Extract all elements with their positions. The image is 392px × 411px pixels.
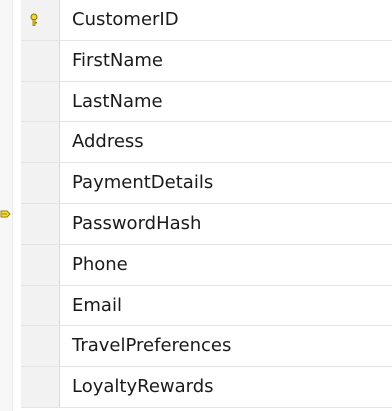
column-row-email[interactable]: Email	[21, 285, 392, 327]
column-row-paymentdetails[interactable]: PaymentDetails	[21, 163, 392, 204]
column-name: PaymentDetails	[72, 172, 214, 194]
relationship-connector-icon[interactable]	[0, 208, 12, 220]
column-row-firstname[interactable]: FirstName	[21, 40, 392, 82]
row-selector[interactable]	[21, 0, 60, 40]
column-row-travelpreferences[interactable]: TravelPreferences	[21, 326, 392, 368]
column-name: PasswordHash	[72, 212, 202, 234]
column-name: Email	[72, 294, 122, 316]
primary-key-icon	[30, 13, 38, 26]
column-name: TravelPreferences	[72, 335, 232, 357]
column-name: FirstName	[72, 49, 163, 71]
column-row-passwordhash[interactable]: PasswordHash	[21, 203, 392, 245]
row-selector[interactable]	[21, 40, 60, 81]
row-selector[interactable]	[21, 122, 60, 163]
row-selector[interactable]	[21, 285, 60, 326]
row-selector[interactable]	[21, 326, 60, 367]
column-name: CustomerID	[72, 9, 179, 30]
column-row-customerid[interactable]: CustomerID	[21, 0, 392, 41]
row-selector[interactable]	[21, 244, 60, 285]
diagram-canvas-edge	[0, 0, 13, 411]
row-selector[interactable]	[21, 367, 60, 407]
column-row-address[interactable]: Address	[21, 122, 392, 164]
row-selector[interactable]	[21, 203, 60, 244]
column-name: Address	[72, 131, 144, 153]
row-selector[interactable]	[21, 163, 60, 203]
column-name: LoyaltyRewards	[72, 376, 214, 398]
column-row-phone[interactable]: Phone	[21, 244, 392, 286]
column-name: Phone	[72, 253, 128, 275]
column-name: LastName	[72, 90, 163, 112]
row-selector[interactable]	[21, 81, 60, 122]
column-row-lastname[interactable]: LastName	[21, 81, 392, 123]
column-row-loyaltyrewards[interactable]: LoyaltyRewards	[21, 367, 392, 408]
table-columns-grid: CustomerID FirstName LastName Address Pa…	[21, 0, 392, 411]
